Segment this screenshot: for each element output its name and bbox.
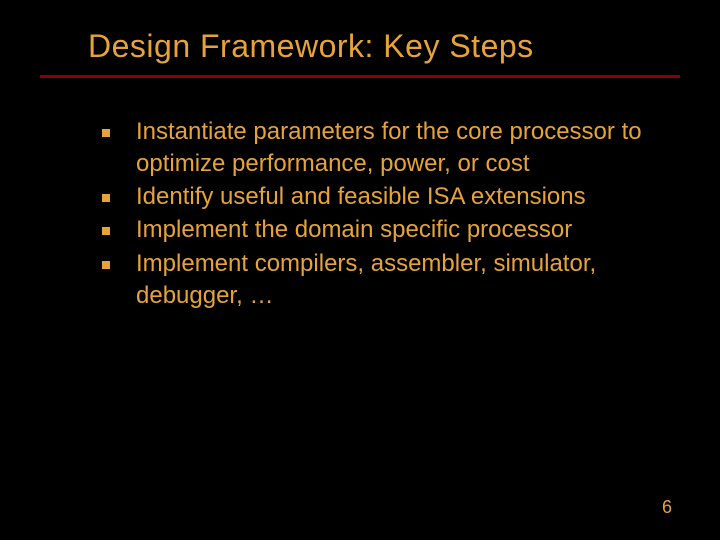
list-item: Implement compilers, assembler, simulato…: [102, 248, 668, 312]
bullet-icon: [102, 194, 110, 202]
slide-title: Design Framework: Key Steps: [40, 28, 680, 75]
bullet-text: Instantiate parameters for the core proc…: [136, 116, 668, 180]
bullet-text: Implement the domain specific processor: [136, 214, 572, 246]
bullet-icon: [102, 227, 110, 235]
bullet-text: Identify useful and feasible ISA extensi…: [136, 181, 586, 213]
bullet-list: Instantiate parameters for the core proc…: [40, 78, 680, 312]
list-item: Implement the domain specific processor: [102, 214, 668, 246]
bullet-icon: [102, 129, 110, 137]
slide: Design Framework: Key Steps Instantiate …: [0, 0, 720, 540]
list-item: Identify useful and feasible ISA extensi…: [102, 181, 668, 213]
list-item: Instantiate parameters for the core proc…: [102, 116, 668, 180]
page-number: 6: [662, 497, 672, 518]
bullet-icon: [102, 261, 110, 269]
bullet-text: Implement compilers, assembler, simulato…: [136, 248, 668, 312]
